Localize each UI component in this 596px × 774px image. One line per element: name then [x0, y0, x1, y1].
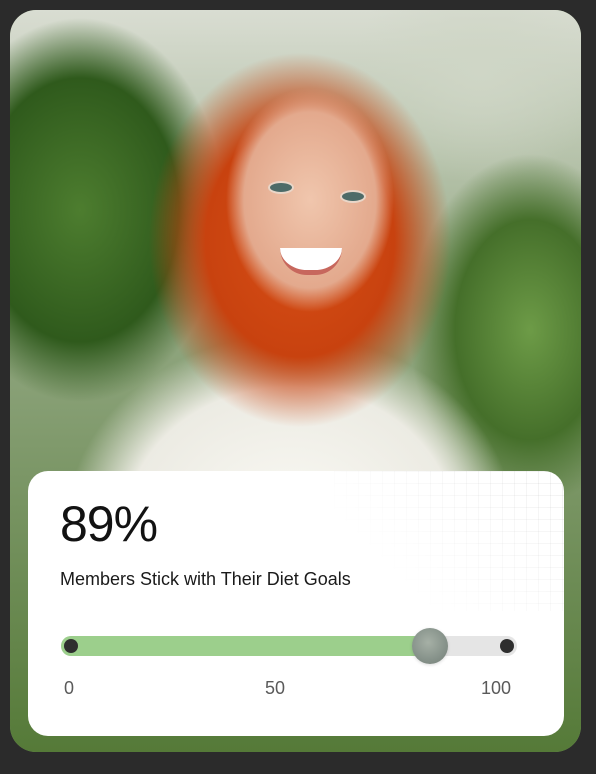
slider-scale: 0 50 100: [61, 678, 517, 702]
scale-min-label: 0: [64, 678, 75, 698]
right-eye: [340, 190, 366, 203]
progress-slider[interactable]: [61, 628, 517, 664]
slider-start-dot: [64, 639, 78, 653]
scale-max-label: 100: [480, 678, 511, 698]
stat-value: 89%: [60, 496, 158, 552]
scale-mid-label: 50: [264, 678, 286, 698]
slider-thumb[interactable]: [412, 628, 449, 664]
stat-card: 89% Members Stick with Their Diet Goals …: [28, 471, 564, 736]
left-eye: [268, 181, 294, 194]
slider-end-dot: [500, 639, 514, 653]
slider-fill: [61, 636, 431, 656]
grid-decoration: [334, 471, 564, 611]
stat-caption: Members Stick with Their Diet Goals: [60, 569, 351, 589]
